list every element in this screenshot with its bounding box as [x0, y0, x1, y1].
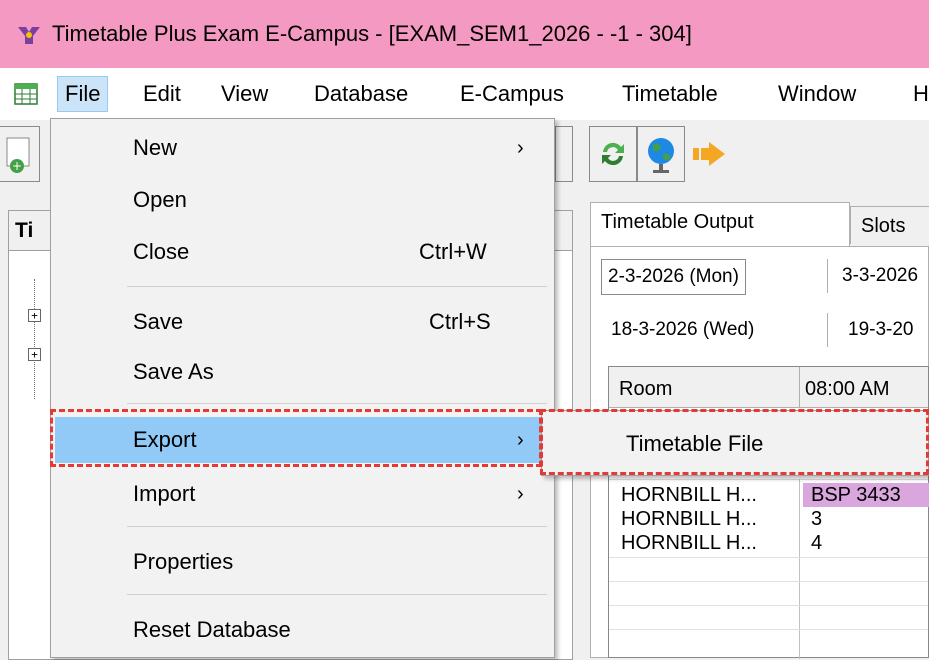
file-menu: New › Open Close Ctrl+W Save Ctrl+S Save… [50, 118, 555, 658]
menu-item-new[interactable]: New › [55, 125, 550, 171]
submenu-arrow-icon: › [517, 483, 524, 505]
menu-e-campus[interactable]: E-Campus [453, 76, 571, 112]
date-tab[interactable]: 3-3-2026 [827, 259, 924, 293]
menu-item-shortcut: Ctrl+W [419, 239, 487, 264]
exam-cell[interactable]: 3 [811, 507, 822, 531]
menu-item-label: Save [133, 309, 184, 334]
toolbar-button-partial[interactable] [555, 126, 573, 182]
exam-cell[interactable]: 4 [811, 531, 822, 555]
system-menu-icon[interactable] [14, 83, 38, 105]
tree-connector [34, 279, 35, 399]
submenu-arrow-icon: › [517, 137, 524, 159]
date-tab[interactable]: 19-3-20 [827, 313, 920, 347]
room-cell[interactable]: HORNBILL H... [621, 531, 757, 555]
menu-item-save-as[interactable]: Save As [55, 349, 550, 395]
menu-item-timetable-file[interactable]: Timetable File [626, 421, 763, 467]
menu-item-label: Export [133, 427, 197, 452]
room-cell[interactable]: HORNBILL H... [621, 483, 757, 507]
menu-edit[interactable]: Edit [136, 76, 188, 112]
exam-cell[interactable]: BSP 3433 [803, 483, 929, 507]
menu-item-shortcut: Ctrl+S [429, 309, 491, 334]
next-button[interactable] [685, 126, 733, 182]
menu-item-label: Save As [133, 359, 214, 384]
expand-icon[interactable]: + [28, 309, 41, 322]
menu-view[interactable]: View [214, 76, 275, 112]
date-tab-selected[interactable]: 2-3-2026 (Mon) [601, 259, 746, 295]
menu-file[interactable]: File [57, 76, 109, 112]
window-title: Timetable Plus Exam E-Campus - [EXAM_SEM… [52, 21, 692, 46]
menu-bar: File Edit View Database E-Campus Timetab… [0, 68, 929, 121]
svg-text:+: + [12, 159, 22, 173]
menu-item-import[interactable]: Import › [55, 471, 550, 517]
menu-item-export[interactable]: Export › [55, 417, 550, 463]
app-icon [18, 27, 40, 44]
menu-item-close[interactable]: Close Ctrl+W [55, 229, 550, 275]
menu-item-label: Reset Database [133, 617, 291, 642]
menu-item-label: New [133, 135, 178, 160]
tab-timetable-output[interactable]: Timetable Output [590, 202, 850, 246]
new-document-button[interactable]: + [0, 126, 40, 182]
tab-slots[interactable]: Slots [850, 206, 929, 244]
expand-icon[interactable]: + [28, 348, 41, 361]
menu-window[interactable]: Window [771, 76, 863, 112]
arrow-right-icon [693, 142, 725, 166]
column-header-time: 08:00 AM [805, 378, 890, 400]
menu-timetable[interactable]: Timetable [615, 76, 725, 112]
room-cell[interactable]: HORNBILL H... [621, 507, 757, 531]
new-document-icon: + [6, 137, 30, 173]
title-bar: Timetable Plus Exam E-Campus - [EXAM_SEM… [0, 0, 929, 68]
refresh-icon [602, 142, 624, 166]
date-tab[interactable]: 18-3-2026 (Wed) [605, 313, 760, 347]
menu-item-label: Properties [133, 549, 234, 574]
menu-item-save[interactable]: Save Ctrl+S [55, 299, 550, 345]
menu-item-label: Import [133, 481, 196, 506]
export-submenu: Timetable File [541, 410, 929, 476]
menu-item-label: Open [133, 187, 187, 212]
grid-header: Room 08:00 AM [609, 367, 928, 408]
refresh-button[interactable] [589, 126, 637, 182]
submenu-arrow-icon: › [517, 429, 524, 451]
globe-button[interactable] [637, 126, 685, 182]
menu-item-properties[interactable]: Properties [55, 539, 550, 585]
menu-item-label: Close [133, 239, 190, 264]
menu-help[interactable]: H [906, 76, 929, 112]
column-header-room: Room [619, 378, 673, 400]
menu-database[interactable]: Database [307, 76, 415, 112]
menu-item-reset-database[interactable]: Reset Database [55, 607, 550, 653]
menu-item-open[interactable]: Open [55, 177, 550, 223]
globe-icon [648, 138, 674, 173]
